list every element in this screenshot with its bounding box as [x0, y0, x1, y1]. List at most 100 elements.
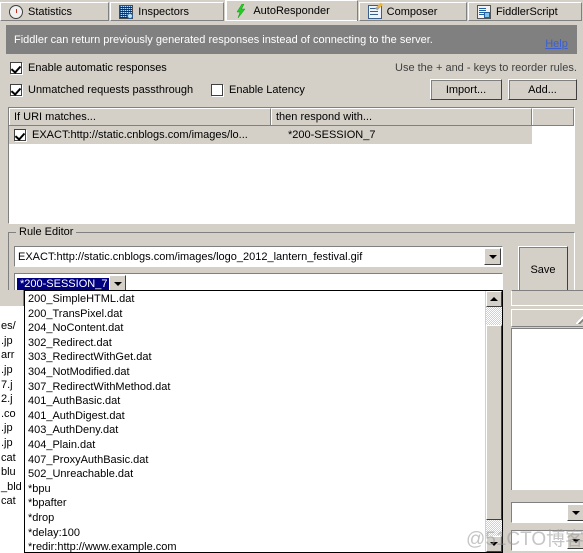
dropdown-item[interactable]: *bpu — [25, 482, 485, 497]
response-value[interactable]: *200-SESSION_7 — [17, 277, 110, 290]
background-text-fragment: .jp — [1, 436, 13, 449]
table-row[interactable]: EXACT:http://static.cnblogs.com/images/l… — [9, 126, 532, 144]
background-left-corner — [0, 290, 24, 306]
background-text-fragment: es/ — [1, 320, 16, 333]
tab-label: FiddlerScript — [495, 5, 558, 18]
dropdown-items[interactable]: 200_SimpleHTML.dat 200_TransPixel.dat 204_… — [25, 291, 485, 552]
background-text-fragment: .jp — [1, 334, 13, 347]
background-combobox-2[interactable] — [511, 530, 583, 551]
reorder-hint: Use the + and - keys to reorder rules. — [395, 62, 577, 74]
background-left-column: es/.jp arr .jp 7.j 2.j .co .jp .jp cat blu _bld cat — [0, 290, 24, 553]
fiddler-window: Statistics Inspectors AutoResponder Comp… — [0, 0, 583, 553]
background-text-fragment: _bld — [1, 480, 22, 493]
tab-label: Composer — [386, 5, 438, 18]
match-uri-value[interactable]: EXACT:http://static.cnblogs.com/images/l… — [15, 251, 484, 263]
rule-enabled-checkbox[interactable] — [14, 129, 26, 141]
dropdown-item[interactable]: 200_SimpleHTML.dat — [25, 292, 485, 307]
background-panel-toolbar — [511, 309, 583, 327]
tab-composer[interactable]: Composer — [358, 2, 467, 21]
background-text-fragment: arr — [1, 349, 15, 362]
match-uri-combobox[interactable]: EXACT:http://static.cnblogs.com/images/l… — [14, 246, 503, 267]
dropdown-item[interactable]: 403_AuthDeny.dat — [25, 423, 485, 438]
enable-latency-row[interactable]: Enable Latency — [211, 84, 305, 96]
dropdown-item[interactable]: 404_Plain.dat — [25, 438, 485, 453]
column-header-uri[interactable]: If URI matches... — [9, 108, 271, 125]
dropdown-item[interactable]: *delay:100 — [25, 526, 485, 541]
scrollbar-track[interactable] — [486, 307, 502, 536]
background-text-fragment: 7.j — [1, 378, 13, 391]
lightning-icon — [234, 4, 248, 18]
dropdown-item[interactable]: *bpafter — [25, 496, 485, 511]
scroll-down-button[interactable] — [486, 536, 502, 552]
dropdown-scrollbar[interactable] — [485, 291, 502, 552]
dropdown-item[interactable]: 407_ProxyAuthBasic.dat — [25, 453, 485, 468]
tab-statistics[interactable]: Statistics — [0, 2, 110, 21]
background-text-fragment: .jp — [1, 422, 13, 435]
dropdown-item[interactable]: 401_AuthBasic.dat — [25, 394, 485, 409]
rule-respond-cell: *200-SESSION_7 — [288, 129, 376, 141]
dropdown-item[interactable]: 204_NoContent.dat — [25, 321, 485, 336]
unmatched-requests-passthrough-checkbox[interactable] — [10, 84, 22, 96]
tab-inspectors[interactable]: Inspectors — [110, 2, 225, 21]
tab-autoresponder[interactable]: AutoResponder — [225, 0, 358, 21]
dropdown-item[interactable]: 304_NotModified.dat — [25, 365, 485, 380]
background-text-fragment: .co — [1, 407, 16, 420]
dropdown-item[interactable]: 303_RedirectWithGet.dat — [25, 350, 485, 365]
background-text-fragment — [0, 509, 24, 524]
dropdown-item[interactable]: 307_RedirectWithMethod.dat — [25, 380, 485, 395]
background-text-fragment: blu — [1, 466, 16, 479]
dropdown-item[interactable]: 200_TransPixel.dat — [25, 307, 485, 322]
background-text-fragment: cat — [1, 451, 16, 464]
rule-match-cell: EXACT:http://static.cnblogs.com/images/l… — [32, 129, 248, 141]
rule-editor-label: Rule Editor — [16, 226, 77, 238]
help-link-container: Help — [536, 25, 577, 54]
background-text-fragment: .jp — [1, 363, 13, 376]
background-panel-box — [511, 290, 583, 306]
help-link[interactable]: Help — [545, 38, 568, 50]
dropdown-item[interactable]: 401_AuthDigest.dat — [25, 409, 485, 424]
enable-automatic-responses-row[interactable]: Enable automatic responses — [10, 62, 167, 74]
rule-list-header: If URI matches... then respond with... — [9, 108, 574, 126]
clock-icon — [9, 4, 23, 19]
background-text-fragment — [0, 524, 24, 539]
background-text-fragment: cat — [1, 495, 16, 508]
background-text-fragment — [0, 305, 24, 320]
background-combobox-1[interactable] — [511, 502, 583, 523]
column-header-extra[interactable] — [532, 108, 574, 125]
background-text-fragment — [0, 538, 24, 553]
info-banner: Fiddler can return previously generated … — [6, 25, 536, 54]
dropdown-item[interactable]: 302_Redirect.dat — [25, 336, 485, 351]
enable-automatic-responses-label: Enable automatic responses — [28, 62, 167, 74]
enable-latency-label: Enable Latency — [229, 84, 305, 96]
add-button[interactable]: Add... — [508, 79, 577, 100]
resize-grip-icon — [576, 314, 583, 324]
column-header-respond[interactable]: then respond with... — [271, 108, 532, 125]
info-banner-text: Fiddler can return previously generated … — [14, 33, 433, 46]
tab-label: Inspectors — [138, 5, 190, 18]
scrollbar-thumb[interactable] — [486, 325, 502, 520]
background-panel-content — [511, 328, 583, 490]
enable-automatic-responses-checkbox[interactable] — [10, 62, 22, 74]
pencil-pad-icon — [367, 4, 382, 19]
enable-latency-checkbox[interactable] — [211, 84, 223, 96]
dropdown-item[interactable]: *redir:http://www.example.com — [25, 540, 485, 552]
save-button[interactable]: Save — [518, 246, 568, 294]
inspectors-icon — [119, 4, 134, 19]
response-dropdown-list[interactable]: 200_SimpleHTML.dat 200_TransPixel.dat 204_… — [24, 290, 503, 553]
dropdown-item[interactable]: 502_Unreachable.dat — [25, 467, 485, 482]
background-right-panel — [503, 290, 583, 553]
import-button[interactable]: Import... — [430, 79, 502, 100]
unmatched-requests-passthrough-label: Unmatched requests passthrough — [28, 84, 194, 96]
background-panel-separator — [511, 490, 583, 500]
unmatched-requests-passthrough-row[interactable]: Unmatched requests passthrough — [10, 84, 193, 96]
tab-label: Statistics — [28, 5, 73, 18]
chevron-down-icon[interactable] — [567, 504, 583, 521]
background-text-fragment: 2.j — [1, 393, 13, 406]
dropdown-item[interactable]: *drop — [25, 511, 485, 526]
chevron-down-icon[interactable] — [484, 248, 501, 265]
tab-fiddlerscript[interactable]: FiddlerScript — [467, 2, 582, 21]
rule-list[interactable]: If URI matches... then respond with... E… — [8, 107, 575, 224]
chevron-down-icon[interactable] — [567, 532, 583, 549]
scroll-up-button[interactable] — [486, 291, 502, 307]
main-tab-bar: Statistics Inspectors AutoResponder Comp… — [0, 0, 583, 21]
